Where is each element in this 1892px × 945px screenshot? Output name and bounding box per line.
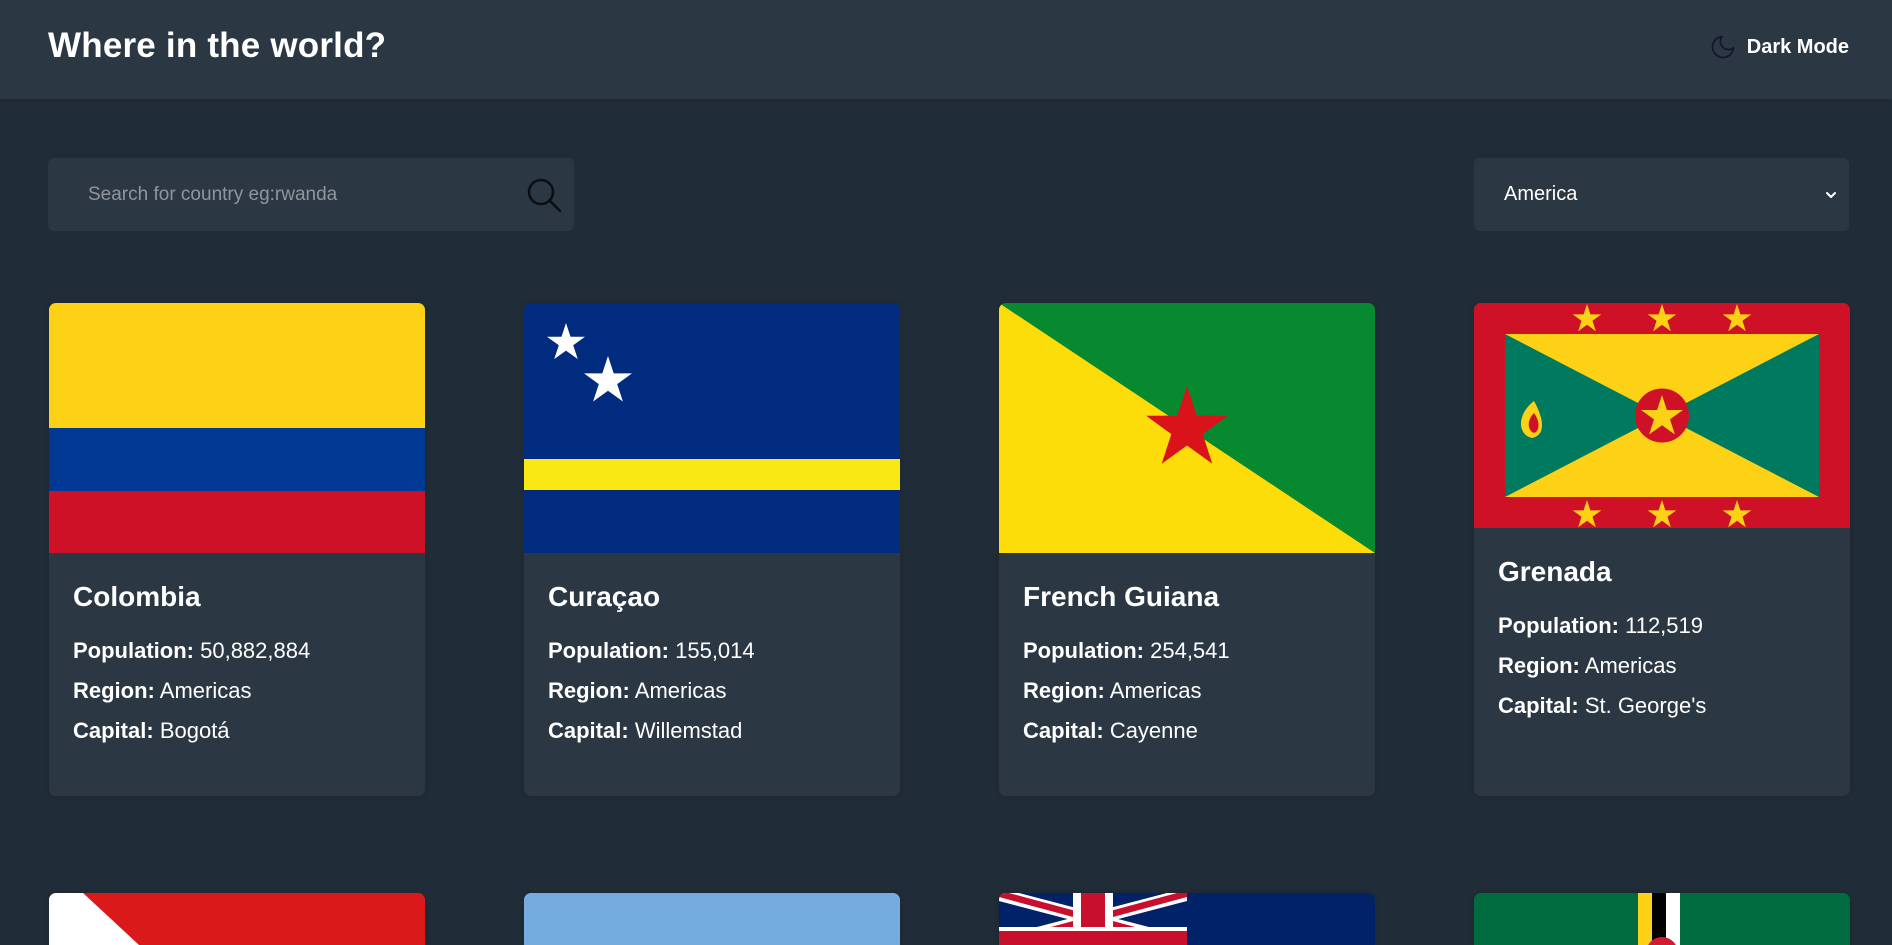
population-line: Population: 50,882,884 bbox=[73, 631, 401, 671]
country-card-grenada[interactable]: Grenada Population: 112,519 Region: Amer… bbox=[1474, 303, 1850, 796]
capital-line: Capital: Cayenne bbox=[1023, 711, 1351, 751]
region-line: Region: Americas bbox=[1498, 646, 1826, 686]
curacao-flag bbox=[524, 303, 900, 553]
capital-value: Willemstad bbox=[634, 718, 743, 743]
search-bar bbox=[48, 158, 574, 231]
app-header: Where in the world? Dark Mode bbox=[0, 0, 1892, 99]
country-name: Grenada bbox=[1498, 556, 1612, 587]
country-card-partial-1[interactable] bbox=[49, 893, 425, 945]
country-card-french-guiana[interactable]: French Guiana Population: 254,541 Region… bbox=[999, 303, 1375, 796]
capital-line: Capital: Willemstad bbox=[548, 711, 876, 751]
population-value: 112,519 bbox=[1625, 613, 1704, 638]
population-value: 254,541 bbox=[1150, 638, 1230, 663]
country-card-partial-3[interactable] bbox=[999, 893, 1375, 945]
region-filter-value: America bbox=[1504, 183, 1578, 205]
population-label: Population: bbox=[73, 638, 194, 663]
population-line: Population: 112,519 bbox=[1498, 606, 1826, 646]
trinidad-and-tobago-flag bbox=[49, 893, 425, 945]
region-label: Region: bbox=[73, 678, 155, 703]
country-card-curacao[interactable]: Curaçao Population: 155,014 Region: Amer… bbox=[524, 303, 900, 796]
country-card-partial-2[interactable] bbox=[524, 893, 900, 945]
region-label: Region: bbox=[1498, 653, 1580, 678]
region-value: Americas bbox=[1109, 678, 1202, 703]
region-filter-select[interactable]: America bbox=[1474, 158, 1849, 231]
country-name: French Guiana bbox=[1023, 581, 1220, 612]
capital-line: Capital: St. George's bbox=[1498, 686, 1826, 726]
population-value: 155,014 bbox=[675, 638, 755, 663]
colombia-flag bbox=[49, 303, 425, 553]
falkland-islands-flag bbox=[999, 893, 1375, 945]
search-input[interactable] bbox=[48, 158, 524, 231]
region-value: Americas bbox=[1584, 653, 1677, 678]
capital-value: Bogotá bbox=[159, 718, 230, 743]
population-value: 50,882,884 bbox=[200, 638, 311, 663]
search-icon bbox=[527, 178, 562, 212]
country-name: Curaçao bbox=[548, 581, 661, 612]
dominica-flag bbox=[1474, 893, 1850, 945]
country-card-partial-4[interactable] bbox=[1474, 893, 1850, 945]
moon-icon bbox=[1709, 33, 1737, 61]
app-title: Where in the world? bbox=[48, 26, 387, 65]
capital-value: St. George's bbox=[1584, 693, 1707, 718]
population-line: Population: 155,014 bbox=[548, 631, 876, 671]
population-label: Population: bbox=[1023, 638, 1144, 663]
country-card-colombia[interactable]: Colombia Population: 50,882,884 Region: … bbox=[49, 303, 425, 796]
population-label: Population: bbox=[1498, 613, 1619, 638]
capital-label: Capital: bbox=[73, 718, 154, 743]
capital-value: Cayenne bbox=[1109, 718, 1198, 743]
population-label: Population: bbox=[548, 638, 669, 663]
capital-label: Capital: bbox=[548, 718, 629, 743]
region-label: Region: bbox=[548, 678, 630, 703]
capital-label: Capital: bbox=[1498, 693, 1579, 718]
region-line: Region: Americas bbox=[1023, 671, 1351, 711]
french-guiana-flag bbox=[999, 303, 1375, 553]
region-line: Region: Americas bbox=[548, 671, 876, 711]
dark-mode-toggle[interactable]: Dark Mode bbox=[1709, 33, 1849, 61]
country-name: Colombia bbox=[73, 581, 201, 612]
dark-mode-label: Dark Mode bbox=[1746, 35, 1849, 58]
population-line: Population: 254,541 bbox=[1023, 631, 1351, 671]
region-value: Americas bbox=[159, 678, 252, 703]
region-value: Americas bbox=[634, 678, 727, 703]
capital-label: Capital: bbox=[1023, 718, 1104, 743]
search-button[interactable] bbox=[524, 158, 574, 231]
region-line: Region: Americas bbox=[73, 671, 401, 711]
chevron-down-icon bbox=[1823, 187, 1839, 203]
region-label: Region: bbox=[1023, 678, 1105, 703]
argentina-flag bbox=[524, 893, 900, 945]
grenada-flag bbox=[1474, 303, 1850, 528]
capital-line: Capital: Bogotá bbox=[73, 711, 401, 751]
